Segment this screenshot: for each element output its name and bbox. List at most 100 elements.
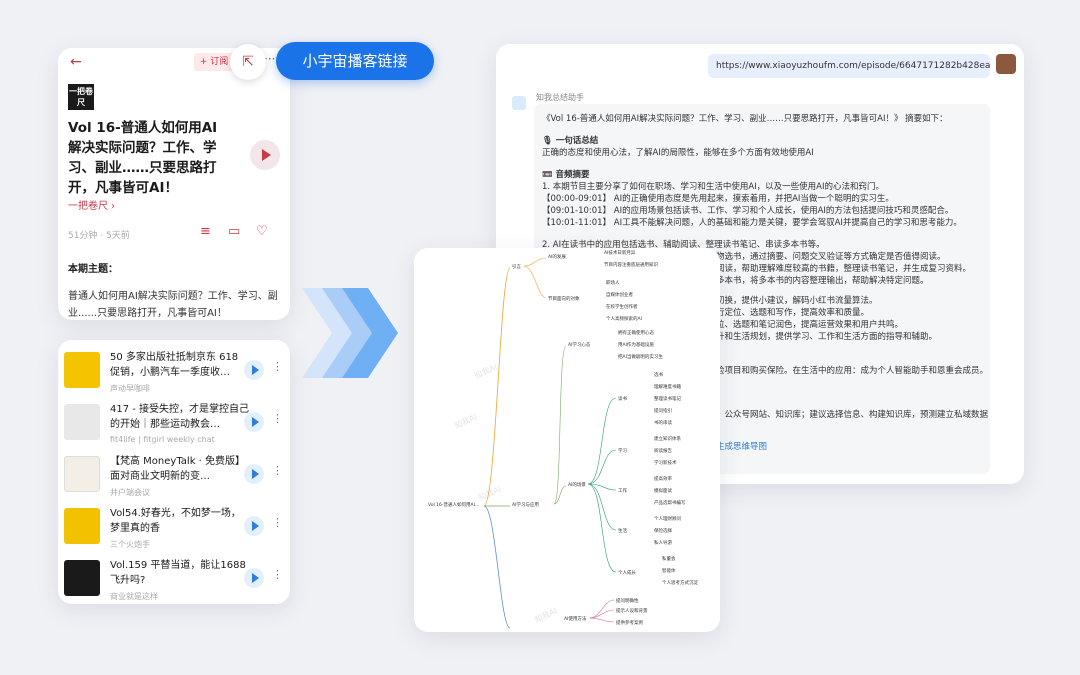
mindmap-leaf: 学习新技术	[654, 459, 677, 466]
author-link[interactable]: 一把卷尺 ›	[68, 197, 115, 212]
mindmap-node: 生活	[618, 527, 627, 534]
subscribe-button[interactable]: + 订阅	[194, 53, 234, 71]
summary-line: 物选书，通过摘要、问题交叉验证等方式确定是否值得阅读。	[716, 252, 946, 262]
list-item[interactable]: 50 多家出版社抵制京东 618 促销，小鹏汽车一季度收… 声动早咖啡 ⋮	[58, 350, 290, 402]
heart-icon[interactable]: ♡	[256, 224, 268, 239]
more-icon[interactable]: ⋮	[272, 412, 283, 425]
play-button[interactable]	[244, 464, 264, 484]
play-button[interactable]	[244, 568, 264, 588]
list-item-title: 50 多家出版社抵制京东 618 促销，小鹏汽车一季度收…	[110, 352, 239, 378]
more-icon[interactable]: ⋮	[272, 464, 283, 477]
summary-line: 【10:01-11:01】 AI工具不能解决问题，人的基础和能力是关键，要学会驾…	[542, 218, 962, 228]
comment-icon[interactable]: ▭	[228, 224, 240, 239]
play-button[interactable]	[244, 412, 264, 432]
bot-avatar-icon	[512, 96, 526, 110]
summary-line: 正确的态度和使用心法，了解AI的局限性，能够在多个方面有效地使用AI	[542, 148, 814, 158]
mindmap-leaf: 用AI作为基础设施	[618, 341, 654, 348]
share-icon[interactable]: ⇱	[230, 44, 266, 80]
summary-line: 升和生活规划，提供学习、工作和生活方面的指导和辅助。	[716, 332, 938, 342]
more-icon[interactable]: ⋮	[272, 568, 283, 581]
mindmap-node: AI学习心态	[568, 341, 591, 348]
summary-line: 、公众号网站、知识库；建议选择信息、构建知识库，预测建立私域数据	[716, 410, 989, 420]
summary-heading: 《Vol 16-普通人如何用AI解决实际问题？工作、学习、副业……只要思路打开，…	[542, 114, 948, 124]
mindmap-leaf: 职场人	[606, 279, 620, 286]
list-item[interactable]: 【梵高 MoneyTalk · 免费版】面对商业文明新的变… 井户端会议 ⋮	[58, 454, 290, 506]
play-button[interactable]	[244, 516, 264, 536]
mindmap-leaf: 选书	[654, 371, 663, 378]
podcast-thumbnail	[64, 352, 100, 388]
mindmap-leaf: 书的串读	[654, 419, 672, 426]
mindmap-node: 读书	[618, 395, 627, 402]
user-url-message[interactable]: https://www.xiaoyuzhoufm.com/episode/664…	[708, 54, 990, 78]
mindmap-node: 学习	[618, 447, 627, 454]
list-item[interactable]: Vol54.好春光，不如梦一场，梦里真的香 三个火炮手 ⋮	[58, 506, 290, 558]
podcast-thumbnail	[64, 404, 100, 440]
episode-meta: 51分钟 · 5天前	[68, 231, 130, 241]
mindmap-leaf: 把AI当做聪明的实习生	[618, 353, 663, 360]
mindmap-node: AI的场景	[568, 481, 586, 488]
play-button[interactable]	[244, 360, 264, 380]
mindmap-leaf: 提供参考案例	[616, 619, 643, 626]
podcast-list: 50 多家出版社抵制京东 618 促销，小鹏汽车一季度收… 声动早咖啡 ⋮ 41…	[58, 340, 290, 604]
more-icon[interactable]: ⋮	[272, 516, 283, 529]
mindmap-leaf: AI技术日新月异	[604, 249, 636, 256]
mindmap-leaf: 理解难度书籍	[654, 383, 681, 390]
section-heading: 🎙 一句话总结	[542, 136, 599, 146]
mindmap-leaf: 在校学生创作者	[606, 303, 638, 310]
summary-line: 切换，提供小建议，解码小红书流量算法。	[716, 296, 878, 306]
podcast-thumbnail	[64, 508, 100, 544]
podcast-thumbnail	[64, 456, 100, 492]
podcast-cover: 一把卷尺	[68, 84, 94, 110]
mindmap-diagram: Vol 16-普通人如何用AI... 引言 AI的发展 节目面向的对象 AI技术…	[428, 249, 698, 629]
playlist-add-icon[interactable]: ≡	[200, 224, 211, 239]
mindmap-leaf: 提问指引	[654, 407, 672, 414]
mindmap-leaf: 个人理财顾问	[654, 515, 681, 522]
list-item-title: 417 - 接受失控，才是掌控自己的开始｜那些运动教会…	[110, 404, 250, 430]
summary-line: 位、选题和笔记润色，提高运营效果和用户共鸣。	[716, 320, 904, 330]
summary-line: 阅读，帮助理解难度较高的书籍，整理读书笔记，并生成复习资料。	[716, 264, 972, 274]
back-button[interactable]: ←	[70, 54, 82, 70]
summary-line: 多本书，将多本书的内容整理输出，帮助解决特定问题。	[716, 276, 929, 286]
mindmap-leaf: 私董会	[662, 555, 676, 562]
list-item-title: Vol.159 平替当道，能让1688飞升吗?	[110, 560, 246, 586]
branch-node: 引言	[512, 263, 521, 270]
mindmap-leaf: 提示人设和背景	[616, 607, 648, 614]
mindmap-node: 个人成长	[618, 569, 636, 576]
bot-name: 知我总结助手	[536, 93, 584, 102]
list-item-source: 井户端会议	[110, 488, 150, 497]
play-button[interactable]	[250, 140, 280, 170]
list-item-title: Vol54.好春光，不如梦一场，梦里真的香	[110, 508, 241, 534]
topic-heading: 本期主题：	[68, 264, 118, 275]
mindmap-leaf: 自媒体创业者	[606, 291, 633, 298]
generate-mindmap-link[interactable]: 生成思维导图	[716, 440, 767, 452]
list-item[interactable]: 417 - 接受失控，才是掌控自己的开始｜那些运动教会… fit4life | …	[58, 402, 290, 454]
list-item-title: 【梵高 MoneyTalk · 免费版】面对商业文明新的变…	[110, 456, 246, 482]
episode-card: ← + 订阅 ··· 一把卷尺 Vol 16-普通人如何用AI解决实际问题？工作…	[58, 48, 290, 320]
mindmap-leaf: 智能体	[662, 567, 676, 574]
link-label: 小宇宙播客链接	[276, 42, 434, 80]
summary-line: 1. 本期节目主要分享了如何在职场、学习和生活中使用AI，以及一些使用AI的心法…	[542, 182, 884, 192]
list-item-source: 声动早咖啡	[110, 384, 150, 393]
mindmap-leaf: 产品选帮书编写	[654, 499, 686, 506]
mindmap-node: 节目面向的对象	[548, 295, 580, 302]
mindmap-leaf: 提问明确性	[616, 597, 639, 604]
list-item-source: 商业就是这样	[110, 592, 158, 601]
mindmap-node: 工作	[618, 487, 627, 494]
summary-line: 【09:01-10:01】 AI的应用场景包括读书、工作、学习和个人成长，使用A…	[542, 206, 954, 216]
list-item-source: 三个火炮手	[110, 540, 150, 549]
more-icon[interactable]: ⋮	[272, 360, 283, 373]
mindmap-card: 知我AI 知我AI 知我AI 知我AI Vol 16-普通人如何用AI... 引…	[414, 248, 720, 632]
mindmap-leaf: 拥有正确使用心态	[618, 329, 654, 336]
mindmap-leaf: 提高效率	[654, 475, 672, 482]
mindmap-leaf: 阅读报告	[654, 447, 672, 454]
avatar	[996, 54, 1016, 74]
topic-text: 普通人如何用AI解决实际问题？工作、学习、副业......只要思路打开，凡事皆可…	[68, 291, 278, 319]
summary-line: 行定位、选题和写作，提高效率和质量。	[716, 308, 870, 318]
podcast-thumbnail	[64, 560, 100, 596]
mindmap-leaf: 个人思考方式沉淀	[662, 579, 698, 586]
mindmap-leaf: 私人导游	[654, 539, 672, 546]
list-item-source: fit4life | fitgirl weekly chat	[110, 435, 215, 444]
flow-arrows-icon	[302, 288, 398, 378]
branch-node: AI使用方法	[564, 615, 587, 622]
list-item[interactable]: Vol.159 平替当道，能让1688飞升吗? 商业就是这样 ⋮	[58, 558, 290, 604]
